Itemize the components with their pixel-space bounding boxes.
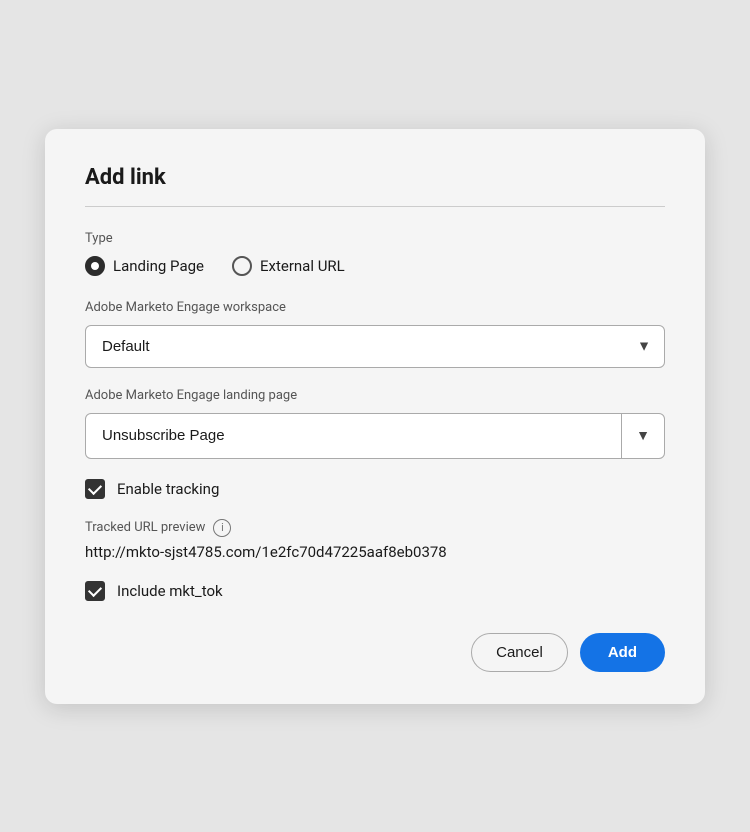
radio-external-url-label: External URL <box>260 257 345 275</box>
workspace-select[interactable]: Default Workspace A Workspace B <box>85 325 665 368</box>
dialog-footer: Cancel Add <box>85 633 665 672</box>
workspace-select-wrapper: Default Workspace A Workspace B ▼ <box>85 325 665 368</box>
type-section: Type Landing Page External URL <box>85 231 665 276</box>
radio-landing-page[interactable] <box>85 256 105 276</box>
radio-external-url[interactable] <box>232 256 252 276</box>
radio-landing-page-label: Landing Page <box>113 257 204 275</box>
workspace-section: Adobe Marketo Engage workspace Default W… <box>85 300 665 368</box>
tracked-url-value: http://mkto-sjst4785.com/1e2fc70d47225aa… <box>85 543 665 561</box>
include-mkt-tok-row[interactable]: Include mkt_tok <box>85 581 665 601</box>
enable-tracking-checkbox[interactable] <box>85 479 105 499</box>
info-icon[interactable]: i <box>213 519 231 537</box>
radio-option-external-url[interactable]: External URL <box>232 256 345 276</box>
cancel-button[interactable]: Cancel <box>471 633 568 672</box>
tracked-url-label: Tracked URL preview <box>85 520 205 535</box>
tracked-url-section: Tracked URL preview i http://mkto-sjst47… <box>85 519 665 561</box>
landing-page-select-wrapper: Unsubscribe Page Home Page Contact Page … <box>85 413 665 459</box>
workspace-label: Adobe Marketo Engage workspace <box>85 300 665 315</box>
include-mkt-tok-checkbox[interactable] <box>85 581 105 601</box>
tracked-url-label-row: Tracked URL preview i <box>85 519 665 537</box>
include-mkt-tok-label: Include mkt_tok <box>117 582 223 600</box>
type-radio-group: Landing Page External URL <box>85 256 665 276</box>
landing-page-chevron-icon[interactable]: ▼ <box>622 427 664 444</box>
dialog-title: Add link <box>85 165 665 190</box>
landing-page-select[interactable]: Unsubscribe Page Home Page Contact Page <box>86 415 621 456</box>
radio-option-landing-page[interactable]: Landing Page <box>85 256 204 276</box>
landing-page-section: Adobe Marketo Engage landing page Unsubs… <box>85 388 665 459</box>
type-label: Type <box>85 231 665 246</box>
enable-tracking-row[interactable]: Enable tracking <box>85 479 665 499</box>
enable-tracking-label: Enable tracking <box>117 480 219 498</box>
add-button[interactable]: Add <box>580 633 665 672</box>
landing-page-label: Adobe Marketo Engage landing page <box>85 388 665 403</box>
title-divider <box>85 206 665 207</box>
add-link-dialog: Add link Type Landing Page External URL … <box>45 129 705 704</box>
